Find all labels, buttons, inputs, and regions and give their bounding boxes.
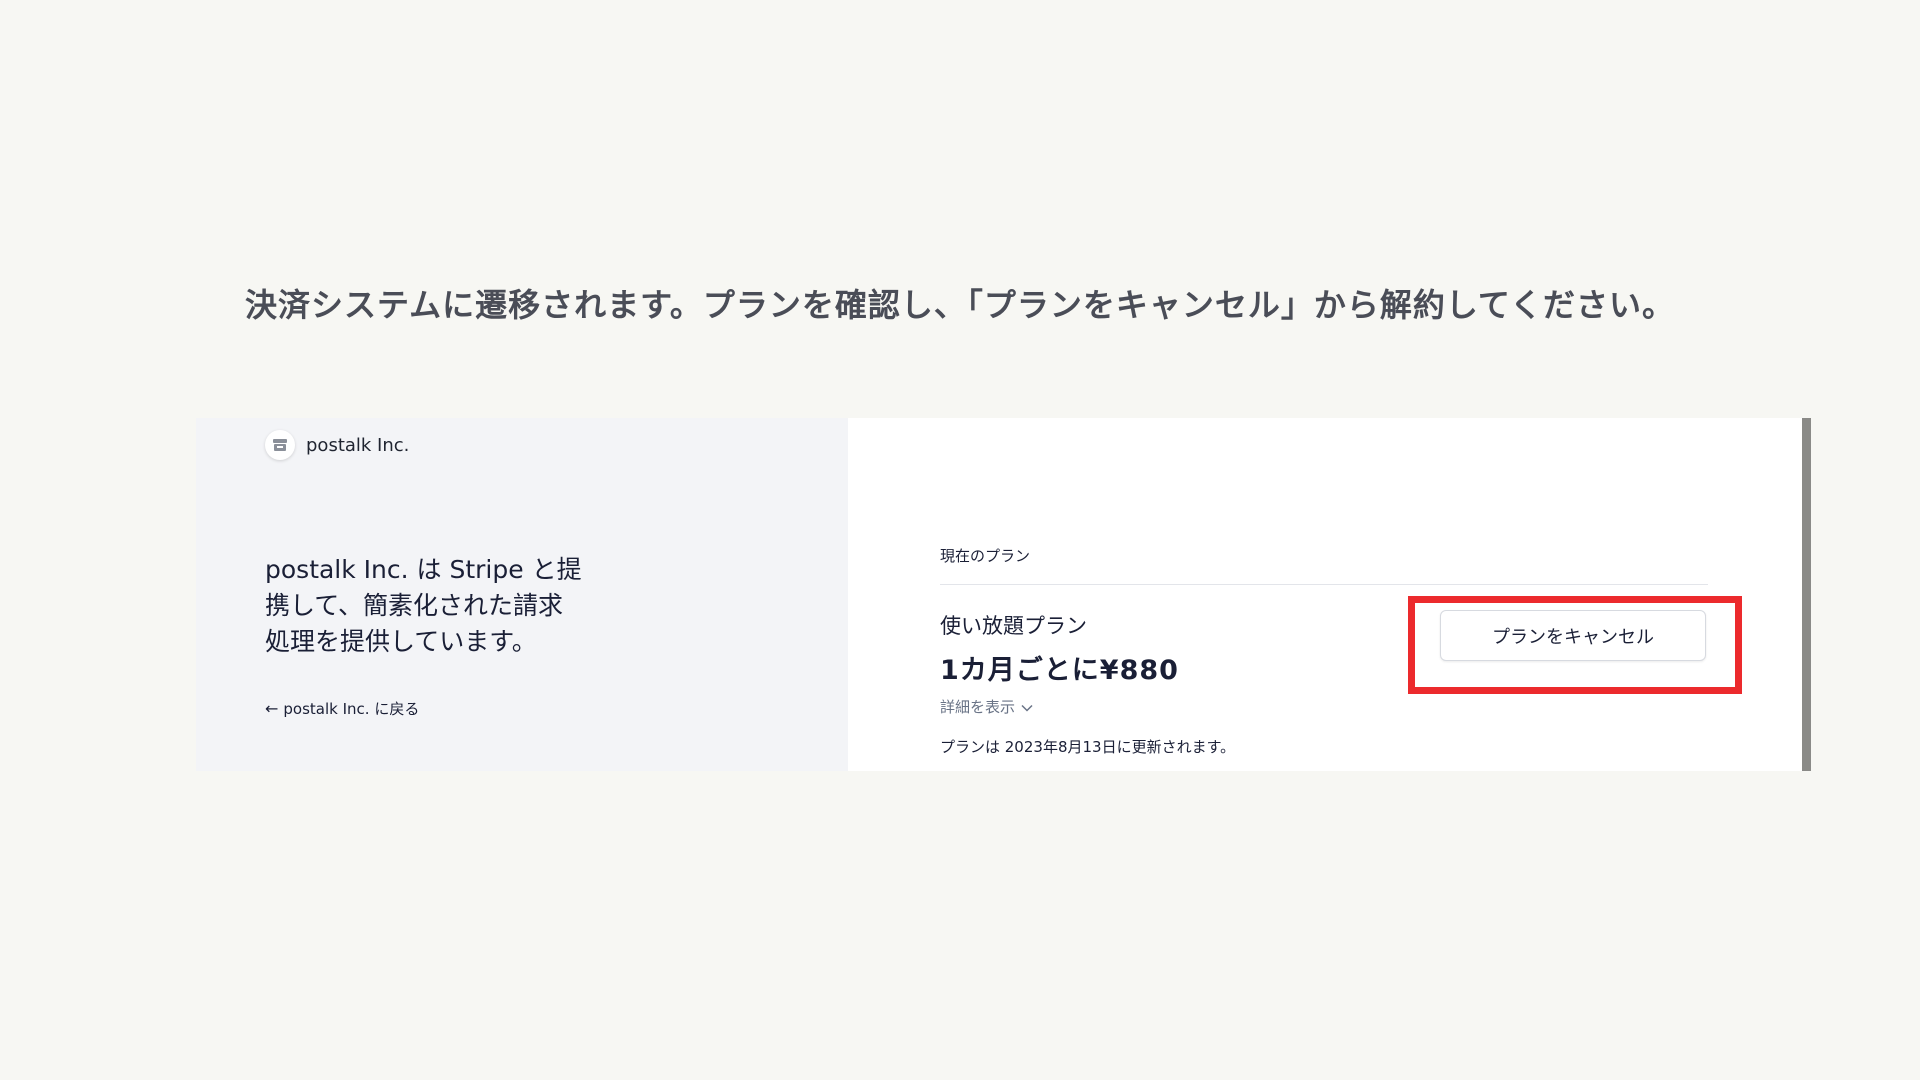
- divider: [940, 584, 1708, 585]
- tutorial-slide: 決済システムに遷移されます。プランを確認し、「プランをキャンセル」から解約してく…: [0, 0, 1920, 1080]
- arrow-left-icon: ←: [265, 699, 279, 718]
- plan-name: 使い放題プラン: [940, 614, 1087, 638]
- subscription-panel: 現在のプラン 使い放題プラン 1カ月ごとに¥880 詳細を表示 プランは 202…: [848, 418, 1811, 771]
- headline-line: 携して、簡素化された請求: [265, 591, 564, 620]
- back-to-merchant-link[interactable]: ← postalk Inc. に戻る: [265, 698, 419, 719]
- headline-line: postalk Inc. は Stripe と提: [265, 555, 582, 584]
- headline-line: 処理を提供しています。: [265, 627, 537, 656]
- instruction-text: 決済システムに遷移されます。プランを確認し、「プランをキャンセル」から解約してく…: [245, 286, 1675, 324]
- brand-header: postalk Inc.: [265, 430, 409, 460]
- merchant-panel: postalk Inc. postalk Inc. は Stripe と提 携し…: [196, 418, 848, 771]
- renewal-note: プランは 2023年8月13日に更新されます。: [940, 738, 1236, 756]
- section-title: 現在のプラン: [940, 547, 1031, 565]
- plan-price: 1カ月ごとに¥880: [940, 655, 1179, 686]
- show-details-label: 詳細を表示: [940, 698, 1016, 716]
- brand-name: postalk Inc.: [306, 434, 410, 456]
- cancel-plan-button[interactable]: プランをキャンセル: [1440, 610, 1706, 661]
- chevron-down-icon: [1021, 698, 1033, 716]
- billing-portal-screenshot: postalk Inc. postalk Inc. は Stripe と提 携し…: [196, 418, 1811, 771]
- scrollbar[interactable]: [1802, 418, 1811, 771]
- back-link-label: postalk Inc. に戻る: [283, 700, 420, 718]
- headline: postalk Inc. は Stripe と提 携して、簡素化された請求 処理…: [265, 552, 625, 660]
- show-details-toggle[interactable]: 詳細を表示: [940, 696, 1033, 717]
- store-icon: [265, 430, 295, 460]
